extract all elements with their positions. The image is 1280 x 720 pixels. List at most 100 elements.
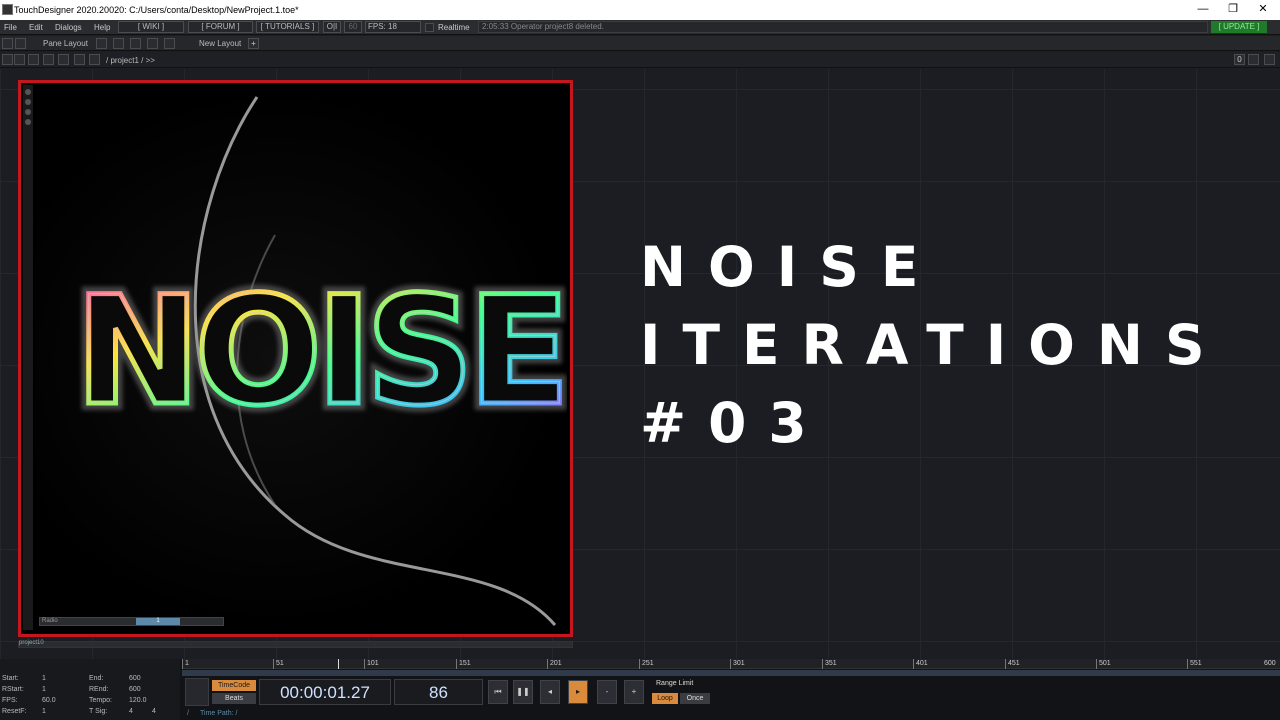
step-back-button[interactable]: ◂ (540, 680, 560, 704)
tsig-value-b[interactable]: 4 (152, 708, 156, 715)
timeline-ruler[interactable]: 1 51 101 151 201 251 301 351 401 451 501… (182, 659, 1280, 669)
timecode-toggle[interactable]: TimeCode (212, 680, 256, 691)
minimize-button[interactable]: — (1188, 1, 1218, 18)
forum-button[interactable]: [ FORUM ] (188, 21, 253, 33)
add-icon[interactable] (58, 54, 69, 65)
ruler-tick: 551 (1187, 659, 1202, 669)
home-icon[interactable] (89, 54, 100, 65)
new-layout-label[interactable]: New Layout (199, 39, 241, 48)
fps-value[interactable]: 60.0 (42, 697, 56, 704)
ruler-tick: 151 (456, 659, 471, 669)
viewer-cross-icon[interactable] (25, 109, 31, 115)
rend-label: REnd: (89, 686, 109, 693)
layout-split-h-icon[interactable] (130, 38, 141, 49)
menu-file[interactable]: File (4, 23, 17, 32)
beats-toggle[interactable]: Beats (212, 693, 256, 704)
overlay-title-line3: #03 (640, 391, 829, 455)
star-icon[interactable] (74, 54, 85, 65)
breadcrumb[interactable]: / project1 / >> (106, 56, 155, 65)
play-button[interactable]: ▸ (568, 680, 588, 704)
step-plus-button[interactable]: + (624, 680, 644, 704)
timeline-side-button[interactable] (185, 678, 209, 706)
path-bar: / project1 / >> 0 (0, 52, 1280, 68)
update-button[interactable]: [ UPDATE ] (1211, 21, 1267, 33)
viewer-toggle-icon[interactable] (1248, 54, 1259, 65)
layout-split-v-icon[interactable] (113, 38, 124, 49)
ruler-tick: 351 (822, 659, 837, 669)
playhead[interactable] (338, 659, 339, 669)
once-toggle[interactable]: Once (680, 693, 710, 704)
zero-toggle[interactable]: 0 (1234, 54, 1245, 65)
radio-slider[interactable]: Radio 1 (39, 617, 224, 626)
start-label: Start: (2, 675, 19, 682)
fps-readout: FPS: 18 (365, 21, 421, 33)
ruler-tick: 600 (1264, 660, 1276, 667)
menu-help[interactable]: Help (94, 23, 110, 32)
loop-toggle[interactable]: Loop (652, 693, 678, 704)
oi-toggle[interactable]: O|I (323, 21, 341, 33)
end-label: End: (89, 675, 104, 682)
layout-grid-icon[interactable] (164, 38, 175, 49)
menu-bar: File Edit Dialogs Help [ WIKI ] [ FORUM … (0, 20, 1280, 35)
pane-menu-icon[interactable] (1264, 54, 1275, 65)
time-path-label[interactable]: Time Path: / (200, 710, 280, 717)
resetf-label: ResetF: (2, 708, 27, 715)
pane-icon-1[interactable] (2, 38, 13, 49)
menu-dialogs[interactable]: Dialogs (55, 23, 82, 32)
sixty-field[interactable]: 60 (344, 21, 362, 33)
stop-icon[interactable] (14, 54, 25, 65)
realtime-checkbox[interactable] (425, 23, 434, 32)
operator-viewer[interactable]: NOISE NOISE NOISE Radio 1 (18, 80, 573, 637)
network-menu-icon[interactable] (2, 54, 13, 65)
noise-render-output: NOISE NOISE NOISE Radio 1 (35, 85, 567, 631)
ruler-tick: 251 (639, 659, 654, 669)
tutorials-button[interactable]: [ TUTORIALS ] (256, 21, 319, 33)
time-path-slash: / (187, 710, 189, 717)
tsig-value-a[interactable]: 4 (129, 708, 133, 715)
wiki-button[interactable]: [ WIKI ] (118, 21, 184, 33)
resetf-value[interactable]: 1 (42, 708, 46, 715)
noise-render-graphic: NOISE NOISE NOISE (68, 96, 567, 626)
rewind-button[interactable]: ⏮ (488, 680, 508, 704)
forward-arrow-icon[interactable] (43, 54, 54, 65)
layout-three-icon[interactable] (147, 38, 158, 49)
pause-button[interactable]: ❚❚ (513, 680, 533, 704)
tsig-label: T Sig: (89, 708, 108, 715)
rstart-value[interactable]: 1 (42, 686, 46, 693)
radio-label: Radio (42, 618, 58, 624)
tempo-value[interactable]: 120.0 (129, 697, 147, 704)
operator-side-toolbar (23, 85, 33, 630)
radio-slider-value[interactable]: 1 (136, 618, 180, 625)
timeline-panel: Start: 1 RStart: 1 FPS: 60.0 ResetF: 1 E… (0, 659, 1280, 720)
restore-button[interactable]: ❐ (1218, 1, 1248, 18)
start-value[interactable]: 1 (42, 675, 46, 682)
window-title: TouchDesigner 2020.20020: C:/Users/conta… (14, 5, 299, 15)
viewer-pin-icon[interactable] (25, 119, 31, 125)
status-message: 2:05:33 Operator project8 deleted. (478, 21, 1208, 33)
timecode-display[interactable]: 00:00:01.27 (259, 679, 391, 705)
rend-value[interactable]: 600 (129, 686, 141, 693)
menu-edit[interactable]: Edit (29, 23, 43, 32)
end-value[interactable]: 600 (129, 675, 141, 682)
pane-layout-label: Pane Layout (43, 39, 88, 48)
operator-name: project10 (19, 640, 44, 646)
pane-icon-2[interactable] (15, 38, 26, 49)
operator-footer (18, 641, 573, 648)
ruler-tick: 501 (1096, 659, 1111, 669)
frame-display[interactable]: 86 (394, 679, 483, 705)
add-layout-button[interactable]: + (248, 38, 259, 49)
timeline-params: Start: 1 RStart: 1 FPS: 60.0 ResetF: 1 E… (0, 659, 180, 720)
range-bar[interactable] (182, 670, 1280, 676)
rstart-label: RStart: (2, 686, 24, 693)
close-button[interactable]: ✕ (1248, 1, 1278, 18)
ruler-tick: 451 (1005, 659, 1020, 669)
step-minus-button[interactable]: - (597, 680, 617, 704)
ruler-tick: 51 (273, 659, 284, 669)
layout-single-icon[interactable] (96, 38, 107, 49)
viewer-dot-icon[interactable] (25, 89, 31, 95)
viewer-pencil-icon[interactable] (25, 99, 31, 105)
tempo-label: Tempo: (89, 697, 112, 704)
app-icon (2, 4, 13, 15)
back-arrow-icon[interactable] (28, 54, 39, 65)
pane-layout-bar: Pane Layout New Layout + (0, 36, 1280, 51)
